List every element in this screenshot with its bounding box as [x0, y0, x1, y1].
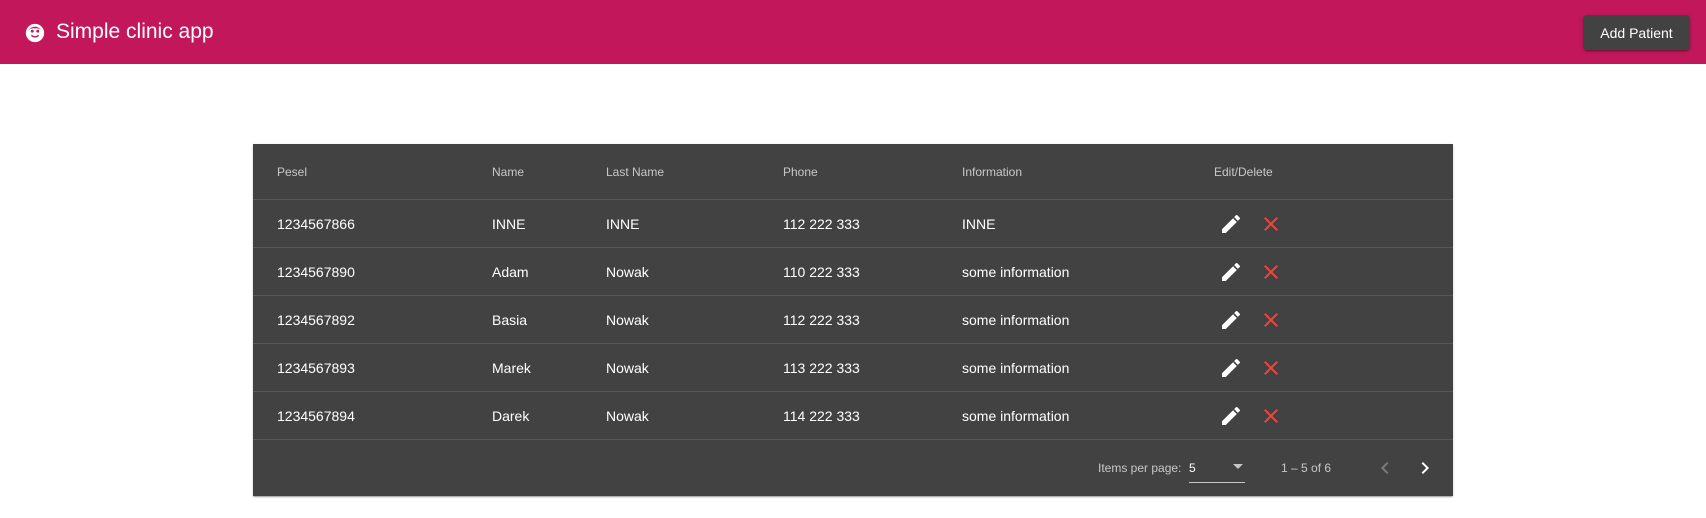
close-icon: [1264, 361, 1278, 375]
header-information[interactable]: Information: [962, 144, 1022, 199]
pencil-icon: [1222, 262, 1241, 281]
header-name[interactable]: Name: [492, 144, 524, 199]
cell-last-name: Nowak: [606, 359, 649, 376]
page-range-label: 1 – 5 of 6: [1281, 461, 1332, 475]
delete-button[interactable]: [1251, 300, 1291, 340]
delete-button[interactable]: [1251, 396, 1291, 436]
cell-last-name: Nowak: [606, 407, 649, 424]
items-per-page-label: Items per page:: [1098, 461, 1182, 475]
previous-page-button[interactable]: [1365, 448, 1405, 488]
items-per-page-select[interactable]: 5: [1189, 452, 1245, 483]
add-patient-button[interactable]: Add Patient: [1583, 15, 1690, 50]
delete-button[interactable]: [1251, 252, 1291, 292]
table-row: 1234567866 INNE INNE 112 222 333 INNE: [253, 200, 1453, 248]
table-row: 1234567893 Marek Nowak 113 222 333 some …: [253, 344, 1453, 392]
cell-information: INNE: [962, 215, 996, 232]
cell-pesel: 1234567893: [277, 359, 355, 376]
cell-phone: 112 222 333: [783, 311, 860, 328]
cell-last-name: INNE: [606, 215, 640, 232]
edit-button[interactable]: [1211, 300, 1251, 340]
top-toolbar: Simple clinic app Add Patient: [0, 0, 1706, 64]
pencil-icon: [1222, 406, 1241, 425]
cell-name: Adam: [492, 263, 529, 280]
cell-name: Basia: [492, 311, 528, 328]
pencil-icon: [1222, 310, 1241, 329]
cell-phone: 112 222 333: [783, 215, 860, 232]
edit-button[interactable]: [1211, 348, 1251, 388]
cell-pesel: 1234567890: [277, 263, 355, 280]
table-row: 1234567890 Adam Nowak 110 222 333 some i…: [253, 248, 1453, 296]
cell-information: some information: [962, 359, 1070, 376]
table-row: 1234567894 Darek Nowak 114 222 333 some …: [253, 392, 1453, 440]
cell-pesel: 1234567866: [277, 215, 355, 232]
cell-pesel: 1234567894: [277, 407, 355, 424]
pencil-icon: [1222, 358, 1241, 377]
header-pesel[interactable]: Pesel: [277, 144, 307, 199]
edit-button[interactable]: [1211, 396, 1251, 436]
cell-phone: 114 222 333: [783, 407, 860, 424]
cell-last-name: Nowak: [606, 311, 649, 328]
cell-name: Darek: [492, 407, 530, 424]
close-icon: [1264, 313, 1278, 327]
items-per-page-value: 5: [1189, 461, 1196, 475]
pencil-icon: [1222, 214, 1241, 233]
paginator: Items per page: 5 1 – 5 of 6: [253, 440, 1453, 496]
cell-name: INNE: [492, 215, 526, 232]
cell-phone: 113 222 333: [783, 359, 860, 376]
delete-button[interactable]: [1251, 348, 1291, 388]
next-page-button[interactable]: [1405, 448, 1445, 488]
patients-table-card: Pesel Name Last Name Phone Information E…: [253, 144, 1453, 496]
edit-button[interactable]: [1211, 252, 1251, 292]
cell-name: Marek: [492, 359, 531, 376]
header-phone[interactable]: Phone: [783, 144, 818, 199]
cell-last-name: Nowak: [606, 263, 649, 280]
close-icon: [1264, 217, 1278, 231]
chevron-right-icon: [1421, 462, 1429, 474]
dropdown-arrow-icon: [1233, 464, 1243, 469]
chevron-left-icon: [1381, 462, 1389, 474]
app-title: Simple clinic app: [56, 20, 214, 43]
cell-phone: 110 222 333: [783, 263, 860, 280]
delete-button[interactable]: [1251, 204, 1291, 244]
edit-button[interactable]: [1211, 204, 1251, 244]
cell-pesel: 1234567892: [277, 311, 355, 328]
close-icon: [1264, 409, 1278, 423]
table-row: 1234567892 Basia Nowak 112 222 333 some …: [253, 296, 1453, 344]
cell-information: some information: [962, 311, 1070, 328]
close-icon: [1264, 265, 1278, 279]
header-last-name[interactable]: Last Name: [606, 144, 664, 199]
cell-information: some information: [962, 407, 1070, 424]
cell-information: some information: [962, 263, 1070, 280]
header-edit-delete: Edit/Delete: [1214, 164, 1273, 179]
face-icon: [24, 22, 46, 44]
table-header-row: Pesel Name Last Name Phone Information E…: [253, 144, 1453, 200]
